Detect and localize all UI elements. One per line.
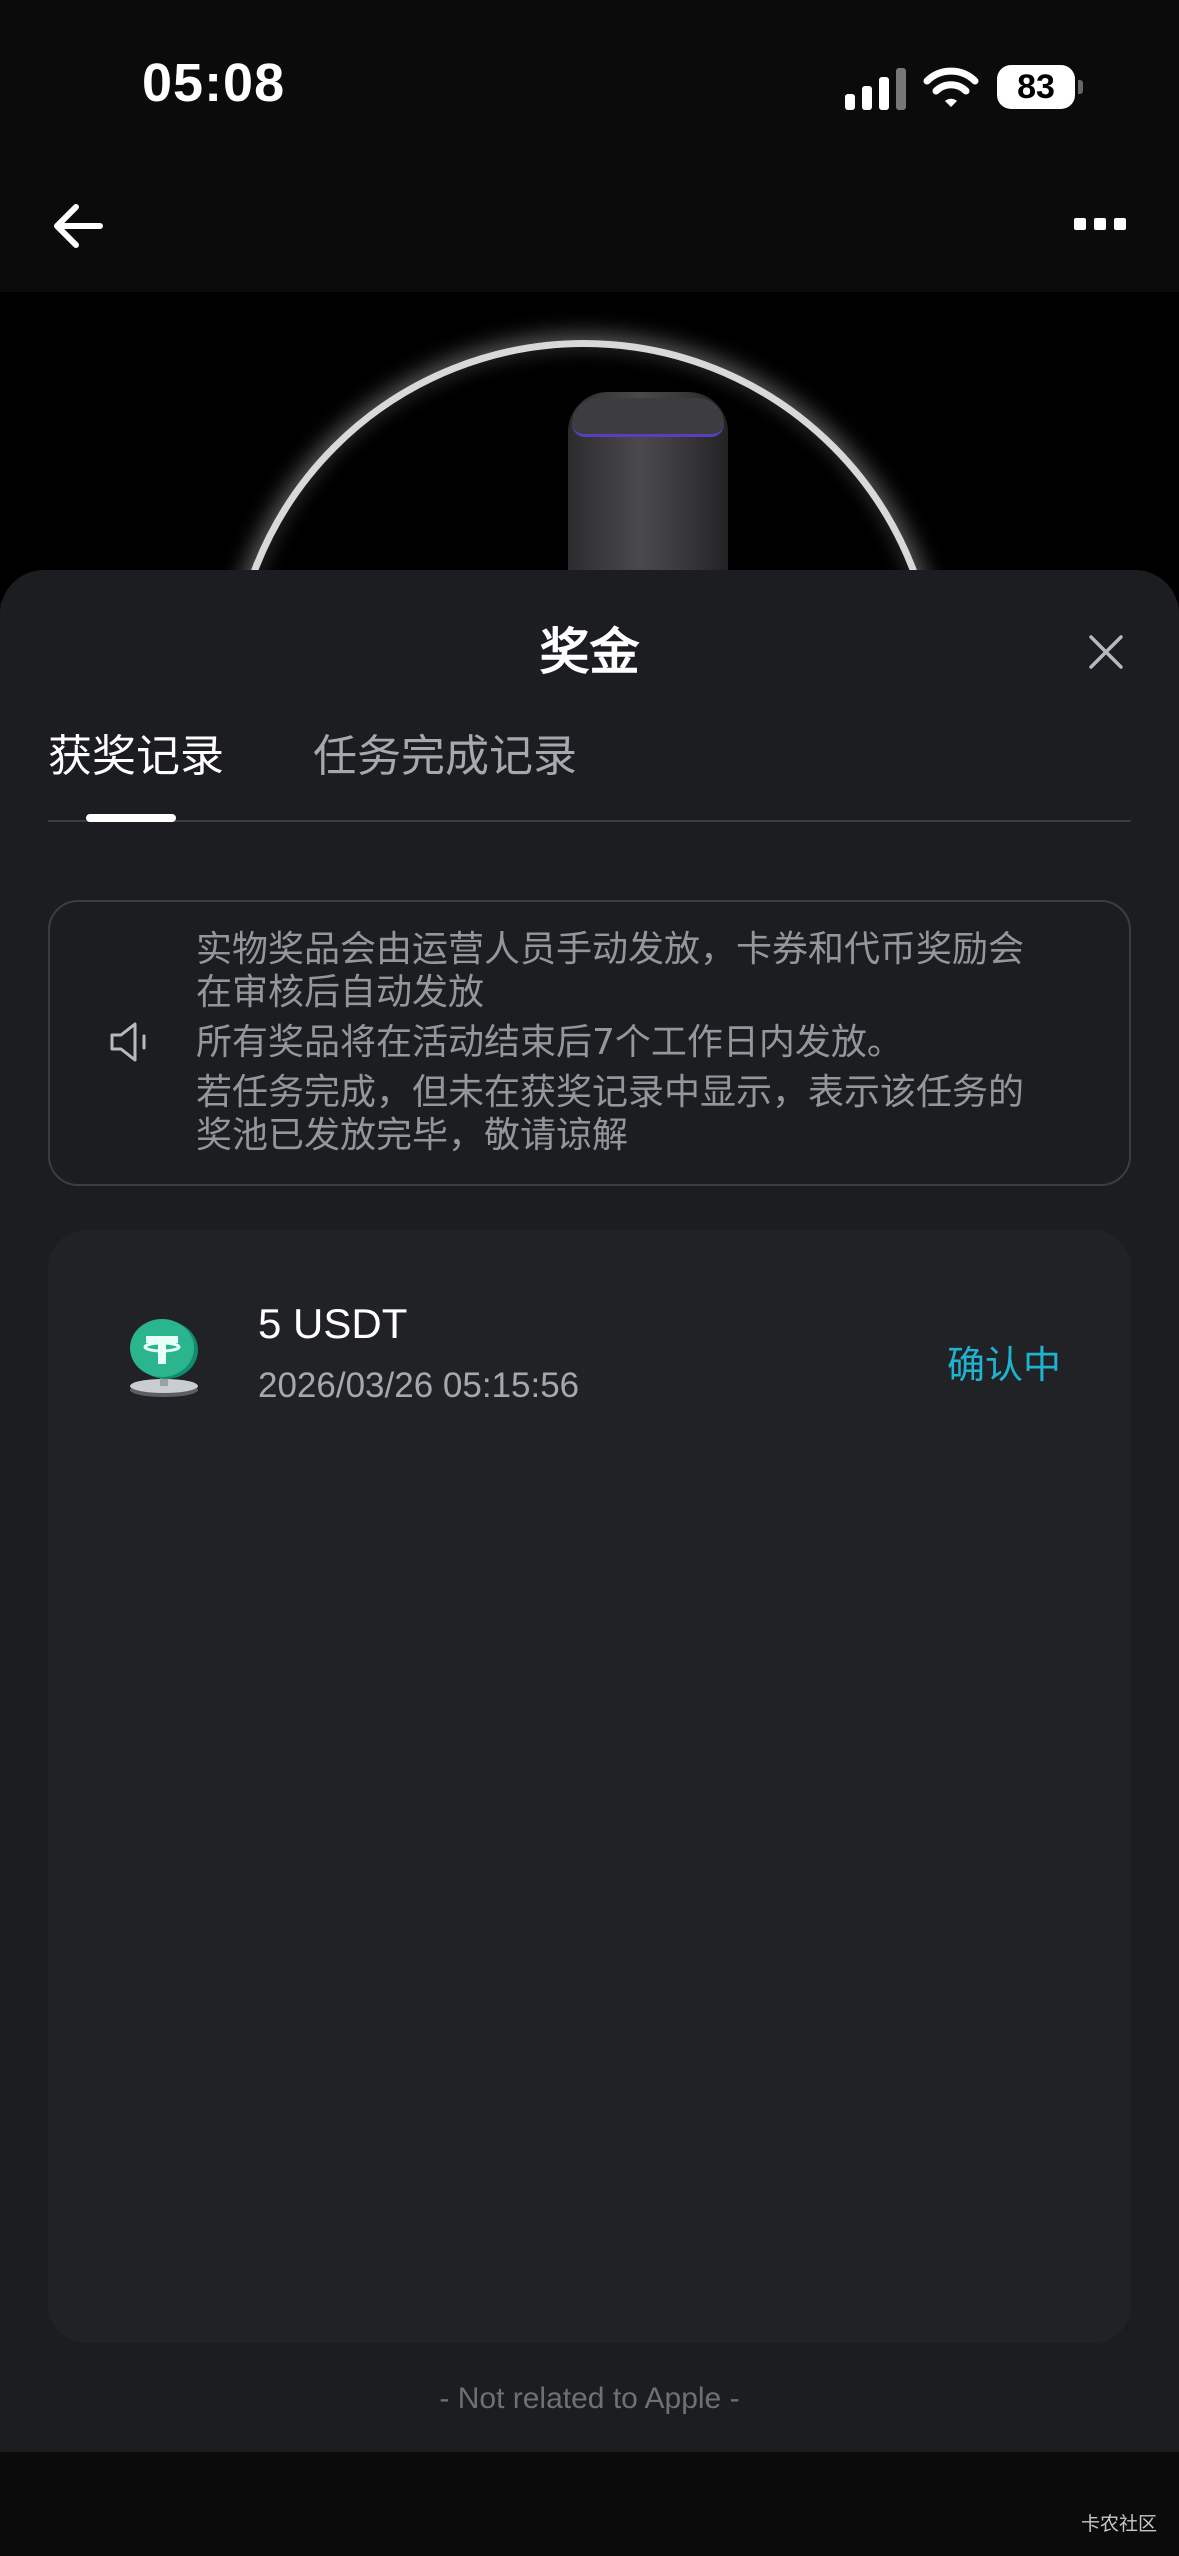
tab-prize-records[interactable]: 获奖记录 — [48, 720, 224, 784]
notice-line: 若任务完成，但未在获奖记录中显示，表示该任务的 — [196, 1072, 1025, 1113]
tab-task-records[interactable]: 任务完成记录 — [313, 720, 577, 784]
notice-line: 在审核后自动发放 — [196, 972, 485, 1013]
tab-indicator — [86, 814, 176, 822]
record-time: 2026/03/26 05:15:56 — [258, 1366, 580, 1405]
battery-tip — [1078, 80, 1083, 94]
wifi-icon — [923, 67, 979, 107]
footer-note: - Not related to Apple - — [439, 2382, 740, 2415]
hero-banner — [0, 292, 1179, 602]
notice-line: 所有奖品将在活动结束后7个工作日内发放。 — [196, 1022, 903, 1063]
screen: 05:08 83 奖金 获奖记录 任务完成记录 实物奖品会由运营人员手动发放，卡… — [0, 0, 1179, 2556]
usdt-coin-icon — [130, 1319, 198, 1397]
notice-box: 实物奖品会由运营人员手动发放，卡券和代币奖励会 在审核后自动发放 所有奖品将在活… — [48, 900, 1131, 1186]
record-amount: 5 USDT — [258, 1300, 408, 1347]
battery-level: 83 — [997, 65, 1075, 109]
tab-bar: 获奖记录 任务完成记录 — [48, 720, 1131, 822]
bonus-sheet: 奖金 获奖记录 任务完成记录 实物奖品会由运营人员手动发放，卡券和代币奖励会 在… — [0, 570, 1179, 2452]
sheet-title: 奖金 — [539, 623, 640, 681]
close-icon[interactable] — [1086, 632, 1126, 672]
notice-line: 奖池已发放完毕，敬请谅解 — [196, 1115, 629, 1156]
speaker-icon — [110, 1022, 146, 1062]
notice-text: 实物奖品会由运营人员手动发放，卡券和代币奖励会 在审核后自动发放 所有奖品将在活… — [196, 928, 1076, 1157]
arrow-left-icon[interactable] — [50, 198, 106, 254]
more-dots-icon[interactable] — [1074, 214, 1126, 234]
status-badge: 确认中 — [946, 1343, 1061, 1387]
record-list: 5 USDT 2026/03/26 05:15:56 确认中 — [48, 1230, 1131, 2343]
notice-line: 实物奖品会由运营人员手动发放，卡券和代币奖励会 — [196, 929, 1025, 970]
watermark: 卡农社区 — [1080, 2513, 1157, 2535]
status-bar: 05:08 83 — [0, 0, 1179, 175]
status-time: 05:08 — [142, 53, 286, 113]
cellular-signal-icon — [845, 66, 907, 110]
